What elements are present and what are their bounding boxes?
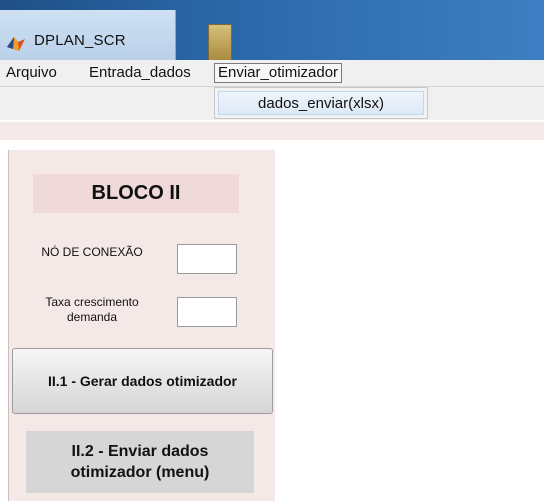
- menu-bar: Arquivo Entrada_dados Enviar_otimizador: [0, 60, 544, 87]
- no-conexao-input[interactable]: [177, 244, 237, 274]
- bloco-ii-panel: BLOCO II NÓ DE CONEXÃO Taxa crescimento …: [8, 150, 275, 501]
- taxa-crescimento-label: Taxa crescimento demanda: [45, 295, 139, 324]
- menu-arquivo[interactable]: Arquivo: [3, 63, 60, 83]
- menu-item-dados-enviar[interactable]: dados_enviar(xlsx): [218, 91, 424, 115]
- menu-entrada-dados[interactable]: Entrada_dados: [86, 63, 194, 83]
- no-conexao-label: NÓ DE CONEXÃO: [41, 245, 143, 259]
- enviar-otimizador-dropdown: dados_enviar(xlsx): [214, 87, 428, 119]
- folder-thumbnail-icon[interactable]: [208, 24, 232, 60]
- gerar-dados-button[interactable]: II.1 - Gerar dados otimizador: [12, 348, 273, 414]
- figure-strip: [0, 122, 544, 140]
- taxa-crescimento-input[interactable]: [177, 297, 237, 327]
- title-bar: DPLAN_SCR: [0, 0, 544, 60]
- window-title: DPLAN_SCR: [34, 32, 126, 49]
- menu-enviar-otimizador[interactable]: Enviar_otimizador: [214, 63, 343, 83]
- matlab-icon: [7, 37, 25, 51]
- block-title: BLOCO II: [33, 174, 239, 213]
- enviar-dados-button[interactable]: II.2 - Enviar dados otimizador (menu): [26, 431, 254, 493]
